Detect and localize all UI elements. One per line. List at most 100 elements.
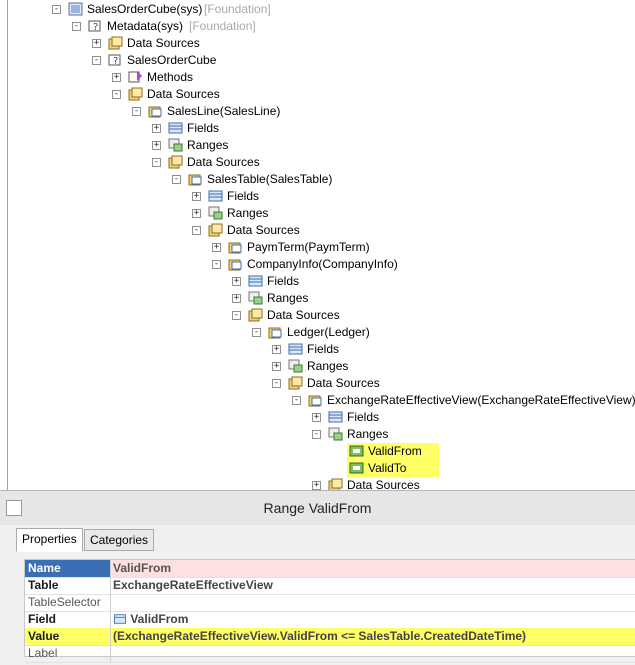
datasources-icon	[108, 36, 123, 50]
property-grid: Name ValidFrom Table ExchangeRateEffecti…	[24, 559, 635, 663]
collapse-icon[interactable]: -	[192, 226, 201, 235]
expand-icon[interactable]: +	[192, 192, 201, 201]
tree-node-label: Data Sources	[187, 155, 260, 169]
tree-guide-line	[7, 0, 8, 490]
ranges-icon	[248, 291, 263, 305]
tree-node-label: Fields	[187, 121, 220, 135]
collapse-icon[interactable]: -	[232, 311, 241, 320]
tree-node-label: Ledger(Ledger)	[287, 325, 370, 339]
methods-icon	[128, 71, 142, 83]
tree-node-label: SalesLine(SalesLine)	[167, 104, 281, 118]
expand-icon[interactable]: +	[192, 209, 201, 218]
tree-node-label: Ranges	[187, 138, 229, 152]
property-row-value[interactable]: Value (ExchangeRateEffectiveView.ValidFr…	[25, 628, 635, 646]
collapse-icon[interactable]: -	[172, 175, 181, 184]
tab-properties[interactable]: Properties	[16, 528, 83, 552]
collapse-icon[interactable]: -	[212, 260, 221, 269]
property-value[interactable]: ExchangeRateEffectiveView	[111, 577, 635, 594]
window-title: Range ValidFrom	[263, 500, 372, 516]
aot-tree[interactable]: - SalesOrderCube(sys) [Foundation] - ? M…	[0, 0, 635, 490]
property-value-field[interactable]: ValidFrom	[111, 611, 635, 628]
tree-node-label: Data Sources	[267, 308, 340, 322]
window-icon	[6, 500, 22, 516]
tree-node-label: PaymTerm(PaymTerm)	[247, 240, 370, 254]
expand-icon[interactable]: +	[312, 481, 321, 490]
svg-text:?: ?	[93, 22, 98, 33]
property-value[interactable]: ValidFrom	[111, 560, 635, 577]
property-value[interactable]: (ExchangeRateEffectiveView.ValidFrom <= …	[111, 628, 635, 645]
ranges-icon	[168, 138, 183, 152]
expand-icon[interactable]: +	[112, 73, 121, 82]
tree-node-label: Data Sources	[147, 87, 220, 101]
cube-icon	[68, 2, 83, 16]
expand-icon[interactable]: +	[212, 243, 221, 252]
datasource-icon	[148, 106, 162, 118]
expand-icon[interactable]: +	[312, 413, 321, 422]
tree-node-label: ValidTo	[368, 461, 407, 475]
expand-icon[interactable]: +	[272, 362, 281, 371]
tree-node-label: Ranges	[307, 359, 349, 373]
tree-node-label: SalesOrderCube(sys)	[87, 2, 203, 16]
datasources-icon	[128, 87, 143, 101]
property-row-field[interactable]: Field ValidFrom	[25, 611, 635, 629]
tree-node-label: Ranges	[347, 427, 389, 441]
collapse-icon[interactable]: -	[152, 158, 161, 167]
property-value[interactable]	[111, 645, 635, 662]
expand-icon[interactable]: +	[92, 39, 101, 48]
query-icon: ?	[108, 54, 121, 67]
datasources-icon	[288, 376, 303, 390]
svg-text:?: ?	[113, 56, 118, 67]
properties-titlebar[interactable]: Range ValidFrom	[0, 491, 635, 525]
collapse-icon[interactable]: -	[252, 328, 261, 337]
property-key: Field	[25, 611, 111, 628]
properties-window: Range ValidFrom Properties Categories Na…	[0, 490, 635, 665]
property-row-table[interactable]: Table ExchangeRateEffectiveView	[25, 577, 635, 595]
property-value[interactable]	[111, 594, 635, 611]
property-key: Value	[25, 628, 111, 645]
datasources-icon	[328, 478, 343, 490]
collapse-icon[interactable]: -	[112, 90, 121, 99]
range-item-icon	[349, 445, 364, 457]
tab-categories[interactable]: Categories	[84, 529, 155, 551]
tree-node-label: Metadata(sys)	[107, 19, 184, 33]
expand-icon[interactable]: +	[272, 345, 281, 354]
tree-node-label: ValidFrom	[368, 444, 422, 458]
property-row-tableselector[interactable]: TableSelector	[25, 594, 635, 612]
datasources-icon	[208, 223, 223, 237]
tree-node-range-validto[interactable]: ValidTo	[347, 460, 439, 477]
property-key: TableSelector	[25, 594, 111, 611]
expand-icon[interactable]: +	[232, 277, 241, 286]
tree-node-label: Fields	[267, 274, 300, 288]
tree-node-label: Ranges	[227, 206, 269, 220]
ranges-icon	[208, 206, 223, 220]
property-row-label[interactable]: Label	[25, 645, 635, 663]
tree-node-label: Methods	[147, 70, 194, 84]
collapse-icon[interactable]: -	[52, 5, 61, 14]
property-key: Table	[25, 577, 111, 594]
collapse-icon[interactable]: -	[92, 56, 101, 65]
property-value: ValidFrom	[130, 612, 189, 626]
tree-node-label: Data Sources	[227, 223, 300, 237]
tree-node-label: Data Sources	[347, 478, 420, 490]
fields-icon	[248, 275, 263, 287]
datasources-icon	[248, 308, 263, 322]
expand-icon[interactable]: +	[152, 124, 161, 133]
expand-icon[interactable]: +	[152, 141, 161, 150]
layer-suffix: [Foundation]	[204, 2, 271, 16]
fields-icon	[328, 411, 343, 423]
collapse-icon[interactable]: -	[72, 22, 81, 31]
collapse-icon[interactable]: -	[272, 379, 281, 388]
fields-icon	[168, 122, 183, 134]
tree-node-range-validfrom[interactable]: ValidFrom	[347, 443, 439, 460]
collapse-icon[interactable]: -	[132, 107, 141, 116]
expand-icon[interactable]: +	[232, 294, 241, 303]
collapse-icon[interactable]: -	[292, 396, 301, 405]
collapse-icon[interactable]: -	[312, 430, 321, 439]
range-item-icon	[349, 462, 364, 474]
property-row-name[interactable]: Name ValidFrom	[25, 560, 635, 578]
datasource-icon	[268, 327, 282, 339]
datasource-icon	[188, 174, 202, 186]
layer-suffix: [Foundation]	[189, 19, 256, 33]
datasource-icon	[308, 395, 322, 407]
fields-icon	[288, 343, 303, 355]
